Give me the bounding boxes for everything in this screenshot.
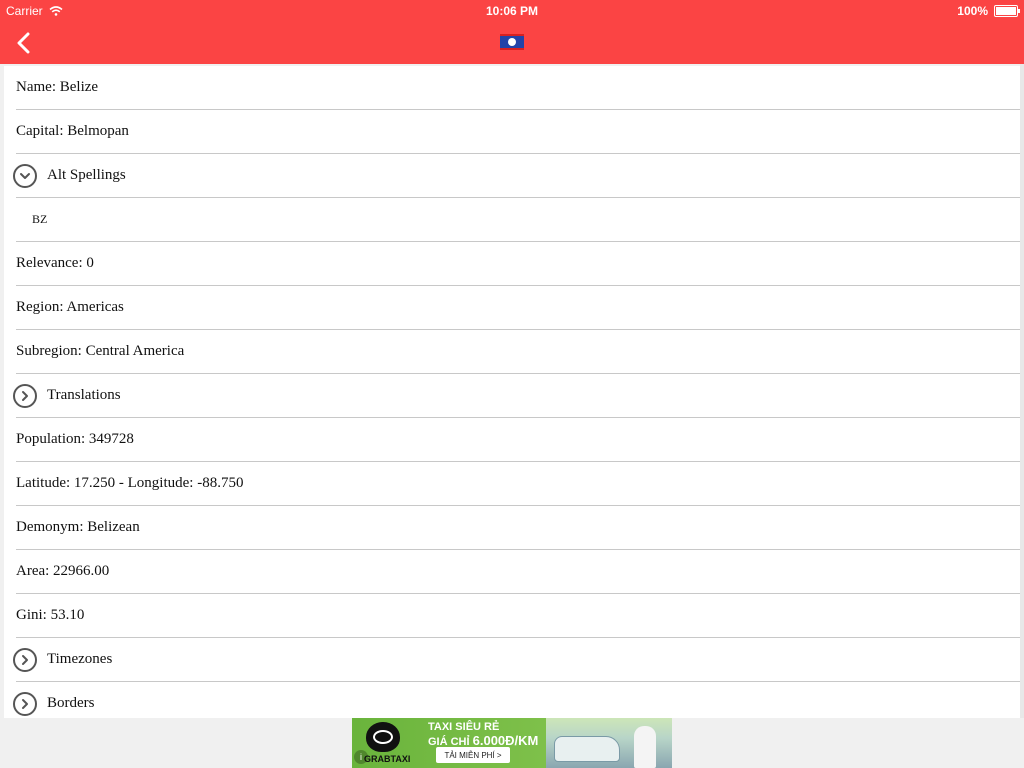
region-row: Region: Americas	[16, 286, 1020, 330]
ad-photo	[546, 718, 672, 768]
borders-label: Borders	[47, 695, 95, 711]
ad-brand: GRABTAXI	[364, 754, 411, 764]
timezones-label: Timezones	[47, 651, 113, 667]
info-icon[interactable]: i	[354, 750, 368, 764]
name-row: Name: Belize	[16, 66, 1020, 110]
gini-row: Gini: 53.10	[16, 594, 1020, 638]
latlng-row: Latitude: 17.250 - Longitude: -88.750	[16, 462, 1020, 506]
grabtaxi-logo-icon	[366, 722, 400, 752]
gini-label: Gini: 53.10	[16, 607, 85, 623]
back-button[interactable]	[8, 28, 38, 58]
chevron-right-icon	[13, 647, 37, 672]
area-row: Area: 22966.00	[16, 550, 1020, 594]
alt-spellings-row[interactable]: Alt Spellings	[13, 154, 1020, 198]
status-time: 10:06 PM	[485, 4, 539, 18]
ad-banner[interactable]: GRABTAXI TAXI SIÊU RẺ GIÁ CHỈ 6.000Đ/KM …	[352, 718, 672, 768]
alt-spelling-value: BZ	[32, 212, 48, 226]
relevance-row: Relevance: 0	[16, 242, 1020, 286]
chevron-down-icon	[13, 163, 37, 188]
navigation-bar	[0, 22, 1024, 64]
borders-row[interactable]: Borders	[13, 682, 1020, 718]
alt-spellings-label: Alt Spellings	[47, 167, 126, 183]
chevron-left-icon	[17, 32, 30, 54]
translations-row[interactable]: Translations	[13, 374, 1020, 418]
status-bar: Carrier 10:06 PM 100%	[0, 0, 1024, 22]
country-detail-list[interactable]: Name: Belize Capital: Belmopan Alt Spell…	[4, 66, 1020, 718]
driver-image	[634, 726, 656, 768]
capital-label: Capital: Belmopan	[16, 123, 129, 139]
alt-spelling-item: BZ	[16, 198, 1020, 242]
relevance-label: Relevance: 0	[16, 255, 94, 271]
scrollbar[interactable]	[1020, 64, 1024, 718]
ad-price-line: GIÁ CHỈ 6.000Đ/KM	[428, 733, 538, 748]
ad-download-button[interactable]: TẢI MIỄN PHÍ >	[436, 747, 510, 763]
subregion-row: Subregion: Central America	[16, 330, 1020, 374]
status-right: 100%	[957, 4, 1020, 18]
belize-flag-icon	[500, 34, 524, 50]
name-label: Name: Belize	[16, 79, 99, 95]
region-label: Region: Americas	[16, 299, 124, 315]
chevron-right-icon	[13, 691, 37, 716]
latlng-label: Latitude: 17.250 - Longitude: -88.750	[16, 475, 244, 491]
timezones-row[interactable]: Timezones	[13, 638, 1020, 682]
taxi-car-image	[554, 736, 620, 762]
top-bar: Carrier 10:06 PM 100%	[0, 0, 1024, 64]
ad-headline: TAXI SIÊU RẺ	[428, 721, 500, 733]
chevron-right-icon	[13, 383, 37, 408]
population-row: Population: 349728	[16, 418, 1020, 462]
demonym-row: Demonym: Belizean	[16, 506, 1020, 550]
demonym-label: Demonym: Belizean	[16, 519, 140, 535]
battery-icon	[994, 5, 1020, 17]
population-label: Population: 349728	[16, 431, 134, 447]
subregion-label: Subregion: Central America	[16, 343, 185, 359]
translations-label: Translations	[47, 387, 121, 403]
battery-percent: 100%	[957, 4, 988, 18]
ad-price: 6.000Đ/KM	[472, 733, 539, 748]
area-label: Area: 22966.00	[16, 563, 110, 579]
capital-row: Capital: Belmopan	[16, 110, 1020, 154]
